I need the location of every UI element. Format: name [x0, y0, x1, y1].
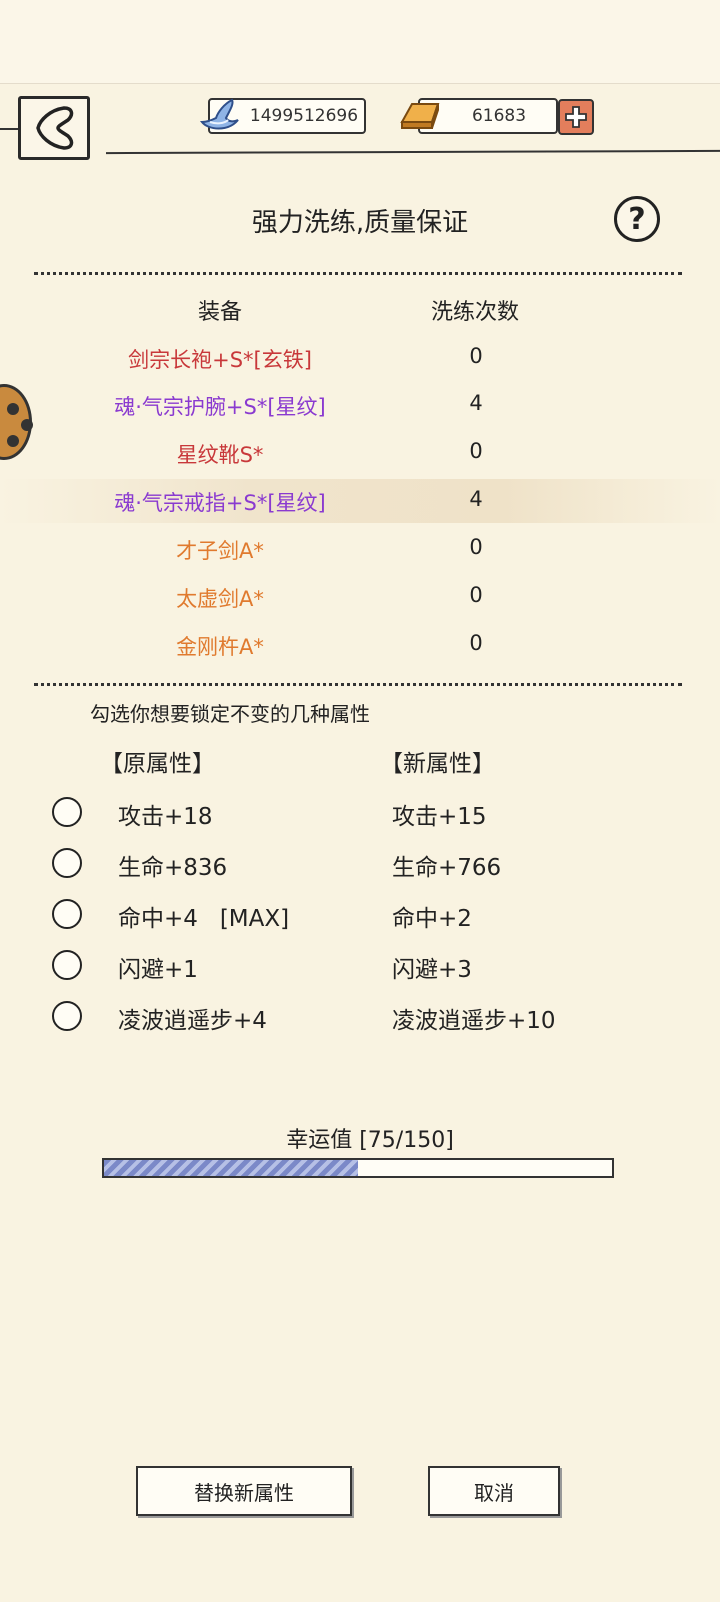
refine-count: 4 — [469, 391, 483, 415]
attribute-row: 生命+836 生命+766 — [0, 844, 720, 894]
equipment-column-header: 装备 — [197, 300, 242, 325]
lock-attributes-hint: 勾选你想要锁定不变的几种属性 — [90, 702, 370, 726]
replace-attributes-button[interactable]: 替换新属性 — [136, 1466, 352, 1516]
refine-count: 4 — [469, 487, 483, 511]
side-floating-icon[interactable] — [0, 384, 33, 460]
equipment-row[interactable]: 太虚剑A* 0 — [0, 575, 720, 619]
status-bar — [0, 0, 720, 84]
new-attribute: 生命+766 — [392, 855, 502, 881]
lock-attribute-radio[interactable] — [52, 950, 82, 980]
equipment-row[interactable]: 金刚杵A* 0 — [0, 623, 720, 667]
refine-count: 0 — [469, 631, 483, 655]
back-arrow-icon — [36, 106, 74, 150]
attribute-row: 凌波逍遥步+4 凌波逍遥步+10 — [0, 997, 720, 1047]
dotted-divider — [34, 272, 682, 275]
plus-icon — [565, 106, 587, 128]
refine-count: 0 — [469, 535, 483, 559]
equipment-row[interactable]: 剑宗长袍+S*[玄铁] 0 — [0, 336, 720, 380]
help-button[interactable]: ? — [614, 196, 660, 242]
attribute-row: 闪避+1 闪避+3 — [0, 946, 720, 996]
luck-progress-fill — [104, 1160, 358, 1176]
equipment-row-selected[interactable]: 魂·气宗戒指+S*[星纹] 4 — [0, 479, 720, 523]
gold-bar-icon — [400, 103, 440, 129]
luck-value-label: 幸运值 [75/150] — [286, 1128, 454, 1153]
original-attribute: 攻击+18 — [118, 804, 213, 830]
original-attributes-header: 【原属性】 — [100, 751, 215, 777]
add-gold-button[interactable] — [558, 99, 594, 135]
new-attribute: 闪避+3 — [392, 957, 472, 983]
refine-count: 0 — [469, 344, 483, 368]
original-attribute: 命中+4 [MAX] — [118, 906, 290, 932]
equipment-row[interactable]: 星纹靴S* 0 — [0, 431, 720, 475]
attribute-row: 攻击+18 攻击+15 — [0, 793, 720, 843]
equipment-name: 太虚剑A* — [176, 587, 264, 611]
lock-attribute-radio[interactable] — [52, 1001, 82, 1031]
question-icon: ? — [628, 201, 646, 237]
lock-attribute-radio[interactable] — [52, 848, 82, 878]
original-attribute: 生命+836 — [118, 855, 228, 881]
equipment-row[interactable]: 才子剑A* 0 — [0, 527, 720, 571]
paw-icon — [7, 403, 33, 447]
refine-count: 0 — [469, 439, 483, 463]
equipment-name: 才子剑A* — [176, 539, 264, 563]
new-attribute: 命中+2 — [392, 906, 472, 932]
refine-count-column-header: 洗练次数 — [430, 300, 519, 325]
lock-attribute-radio[interactable] — [52, 797, 82, 827]
refine-count: 0 — [469, 583, 483, 607]
page-title: 强力洗练,质量保证 — [251, 208, 469, 238]
equipment-row[interactable]: 魂·气宗护腕+S*[星纹] 4 — [0, 383, 720, 427]
lock-attribute-radio[interactable] — [52, 899, 82, 929]
equipment-name: 魂·气宗戒指+S*[星纹] — [114, 491, 326, 515]
original-attribute: 凌波逍遥步+4 — [118, 1008, 267, 1034]
new-attribute: 攻击+15 — [392, 804, 487, 830]
original-attribute: 闪避+1 — [118, 957, 198, 983]
silver-amount: 1499512696 — [249, 106, 359, 126]
gold-amount: 61683 — [471, 106, 527, 126]
dotted-divider — [34, 683, 682, 686]
silver-ingot-icon — [199, 98, 239, 130]
luck-progress-bar — [102, 1158, 614, 1178]
equipment-name: 魂·气宗护腕+S*[星纹] — [114, 395, 326, 419]
equipment-name: 金刚杵A* — [176, 635, 264, 659]
new-attributes-header: 【新属性】 — [380, 751, 495, 777]
cancel-button[interactable]: 取消 — [428, 1466, 560, 1516]
attribute-row: 命中+4 [MAX] 命中+2 — [0, 895, 720, 945]
equipment-name: 剑宗长袍+S*[玄铁] — [128, 348, 312, 372]
new-attribute: 凌波逍遥步+10 — [392, 1008, 556, 1034]
equipment-name: 星纹靴S* — [176, 443, 264, 467]
back-button[interactable] — [18, 96, 90, 160]
